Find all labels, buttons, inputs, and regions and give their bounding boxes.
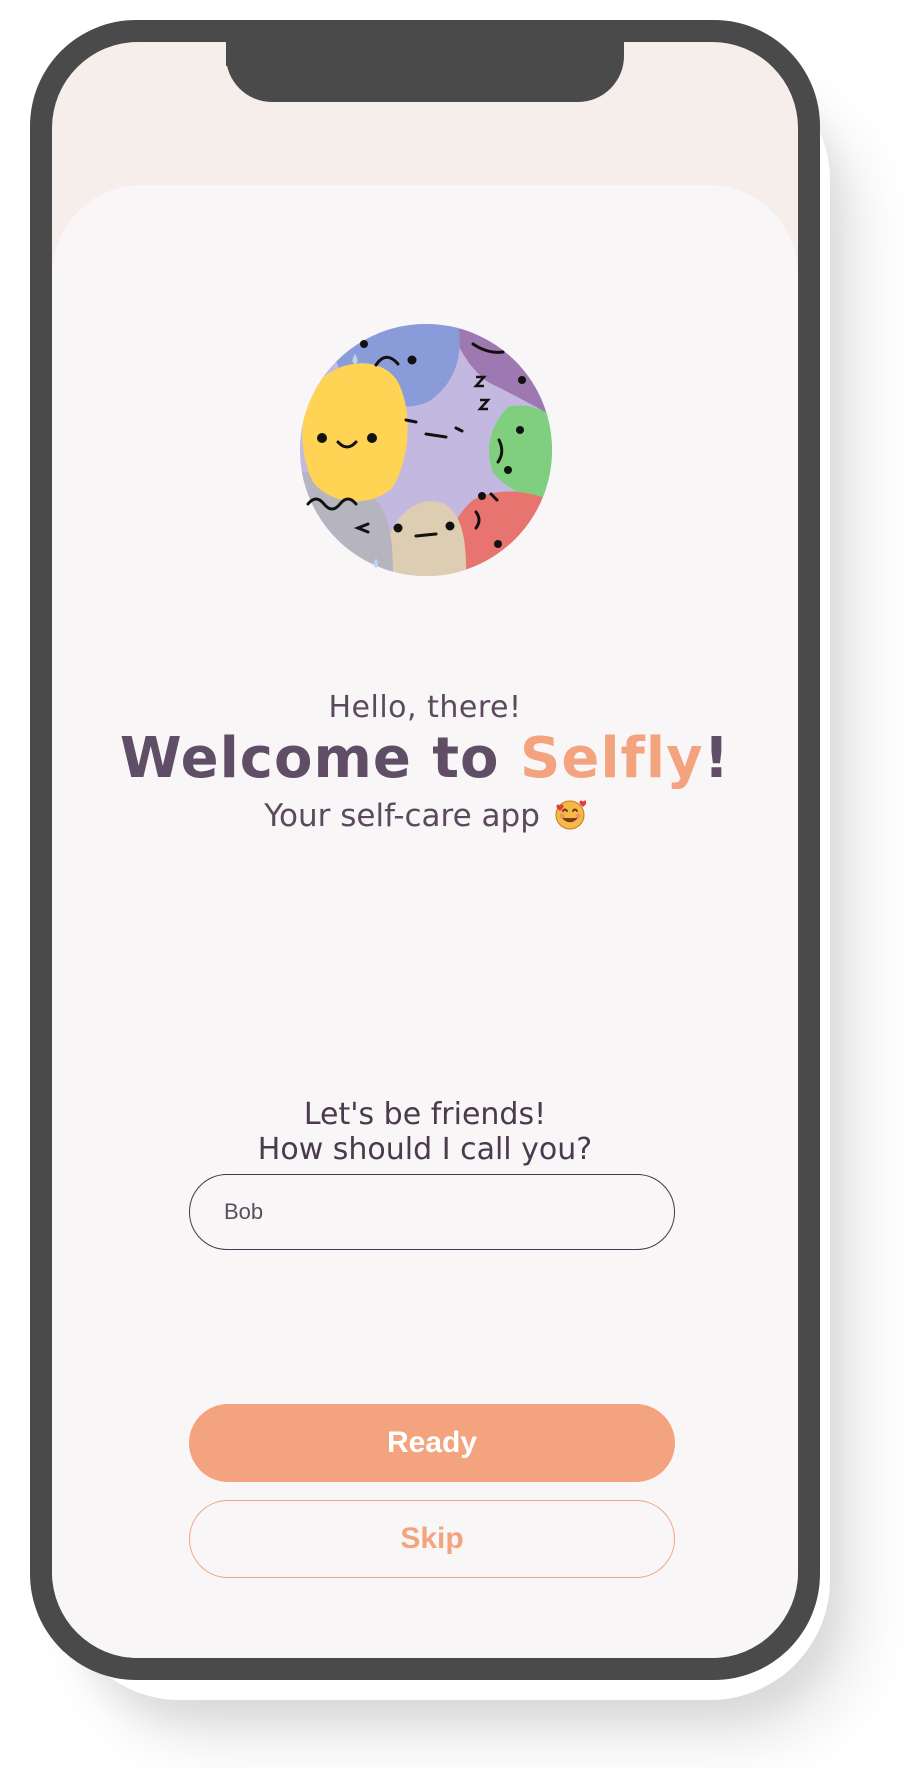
phone-notch bbox=[226, 42, 624, 102]
smiling-face-with-hearts-icon bbox=[555, 800, 586, 830]
ready-button[interactable]: Ready bbox=[189, 1404, 675, 1482]
hello-text: Hello, there! bbox=[328, 690, 522, 725]
name-question: How should I call you? bbox=[257, 1132, 593, 1167]
welcome-title-suffix: ! bbox=[703, 726, 731, 791]
welcome-title-prefix: Welcome to bbox=[119, 726, 521, 791]
phone-frame: Hello, there! Welcome to Selfly! Your se… bbox=[30, 20, 820, 1680]
name-input[interactable] bbox=[189, 1174, 675, 1250]
friends-prompt: Let's be friends! bbox=[303, 1097, 547, 1132]
tagline-text: Your self-care app bbox=[264, 798, 540, 834]
skip-button[interactable]: Skip bbox=[189, 1500, 675, 1578]
welcome-title: Welcome to Selfly! bbox=[52, 726, 798, 791]
brand-name: Selfly bbox=[520, 726, 704, 791]
mood-faces-logo-icon bbox=[300, 324, 552, 576]
tagline: Your self-care app bbox=[52, 798, 798, 834]
app-screen: Hello, there! Welcome to Selfly! Your se… bbox=[52, 42, 798, 1658]
